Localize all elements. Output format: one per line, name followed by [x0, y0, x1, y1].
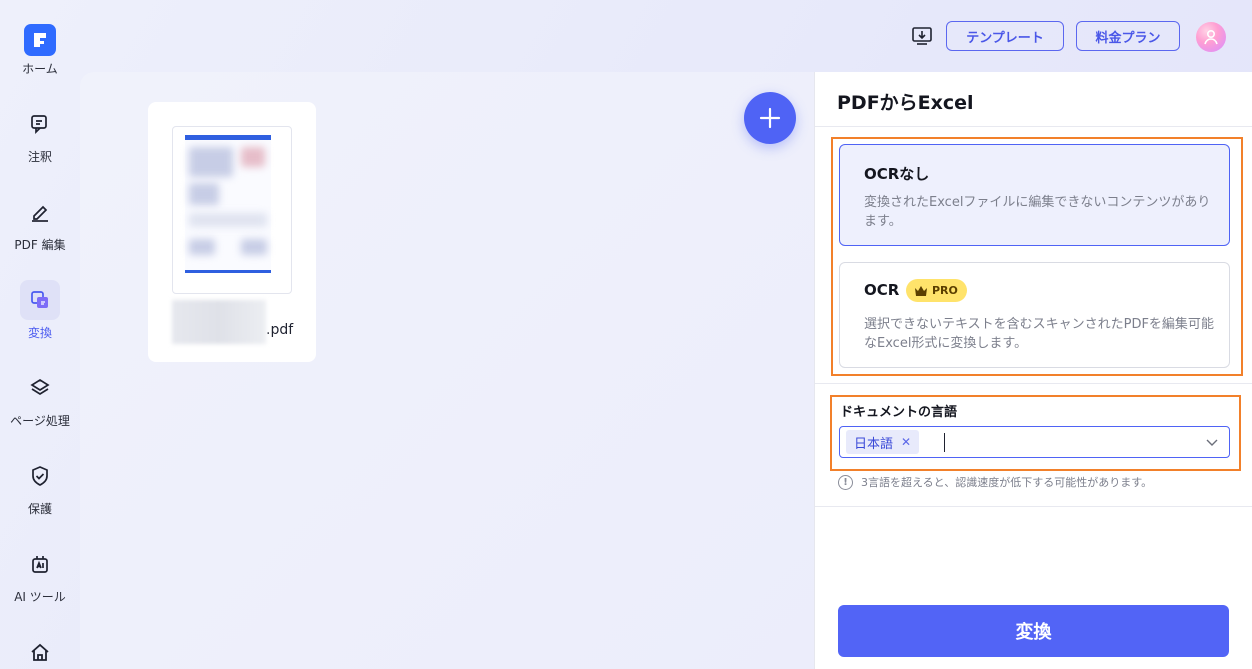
language-section: ドキュメントの言語 日本語 ✕ [830, 395, 1241, 471]
convert-icon [20, 280, 60, 320]
shield-icon [20, 456, 60, 496]
option-description: 変換されたExcelファイルに編集できないコンテンツがあります。 [864, 195, 1211, 229]
option-description: 選択できないテキストを含むスキャンされたPDFを編集可能なExcel形式に変換し… [864, 317, 1214, 351]
language-hint: ! 3言語を超えると、認識速度が低下する可能性があります。 [838, 474, 1152, 490]
layers-icon [20, 368, 60, 408]
sidebar-item-label: ページ処理 [10, 414, 70, 428]
plus-icon [759, 107, 781, 129]
sidebar-item-label: 保護 [27, 502, 52, 516]
option-title: OCRなし [864, 165, 930, 183]
remove-tag-icon[interactable]: ✕ [901, 435, 911, 449]
crown-icon [915, 285, 927, 296]
add-file-button[interactable] [744, 92, 796, 144]
sidebar-item-ai-tools[interactable]: AI ツール [0, 544, 80, 605]
sidebar-item-protect[interactable]: 保護 [0, 456, 80, 517]
sidebar-item-pages[interactable]: ページ処理 [0, 368, 80, 429]
convert-button[interactable]: 変換 [838, 605, 1229, 657]
template-button[interactable]: テンプレート [946, 21, 1064, 51]
sidebar-item-more[interactable] [0, 632, 80, 669]
file-thumbnail [172, 126, 292, 294]
file-card[interactable]: .pdf [148, 102, 316, 362]
sidebar-item-home[interactable]: ホーム [0, 24, 80, 77]
panel-title: PDFからExcel [837, 92, 974, 114]
chevron-down-icon [1206, 439, 1218, 446]
ocr-none-option[interactable]: OCRなし 変換されたExcelファイルに編集できないコンテンツがあります。 [839, 144, 1230, 246]
edit-icon [20, 192, 60, 232]
sidebar-item-annotate[interactable]: 注釈 [0, 104, 80, 165]
ocr-option-group: OCRなし 変換されたExcelファイルに編集できないコンテンツがあります。 O… [831, 137, 1243, 376]
language-select[interactable]: 日本語 ✕ [839, 426, 1230, 458]
ocr-option[interactable]: OCR PRO 選択できないテキストを含むスキャンされたPDFを編集可能なExc… [839, 262, 1230, 368]
download-icon[interactable] [909, 24, 935, 48]
sidebar-item-label: AI ツール [14, 590, 66, 604]
text-cursor [944, 433, 945, 452]
language-tag: 日本語 ✕ [846, 430, 920, 454]
sidebar: ホーム 注釈 PDF 編集 変換 ページ処理 保護 AI ツール [0, 0, 80, 669]
pro-badge: PRO [906, 279, 967, 302]
ai-tools-icon [20, 544, 60, 584]
sidebar-item-convert[interactable]: 変換 [0, 280, 80, 341]
avatar[interactable] [1196, 22, 1226, 52]
sidebar-item-edit[interactable]: PDF 編集 [0, 192, 80, 253]
language-label: ドキュメントの言語 [840, 405, 958, 420]
workspace: .pdf [80, 72, 814, 669]
info-icon: ! [838, 474, 853, 490]
sidebar-item-label: PDF 編集 [14, 238, 66, 252]
sidebar-item-label: 注釈 [27, 150, 52, 164]
home-logo-icon [24, 24, 56, 56]
convert-panel: PDFからExcel OCRなし 変換されたExcelファイルに編集できないコン… [814, 72, 1252, 669]
sidebar-item-label: 変換 [27, 326, 52, 340]
annotate-icon [20, 104, 60, 144]
house-icon [20, 632, 60, 669]
file-extension: .pdf [266, 322, 294, 338]
file-name: .pdf [172, 300, 294, 344]
sidebar-item-label: ホーム [22, 62, 58, 76]
option-title: OCR [864, 281, 900, 299]
pricing-button[interactable]: 料金プラン [1076, 21, 1180, 51]
